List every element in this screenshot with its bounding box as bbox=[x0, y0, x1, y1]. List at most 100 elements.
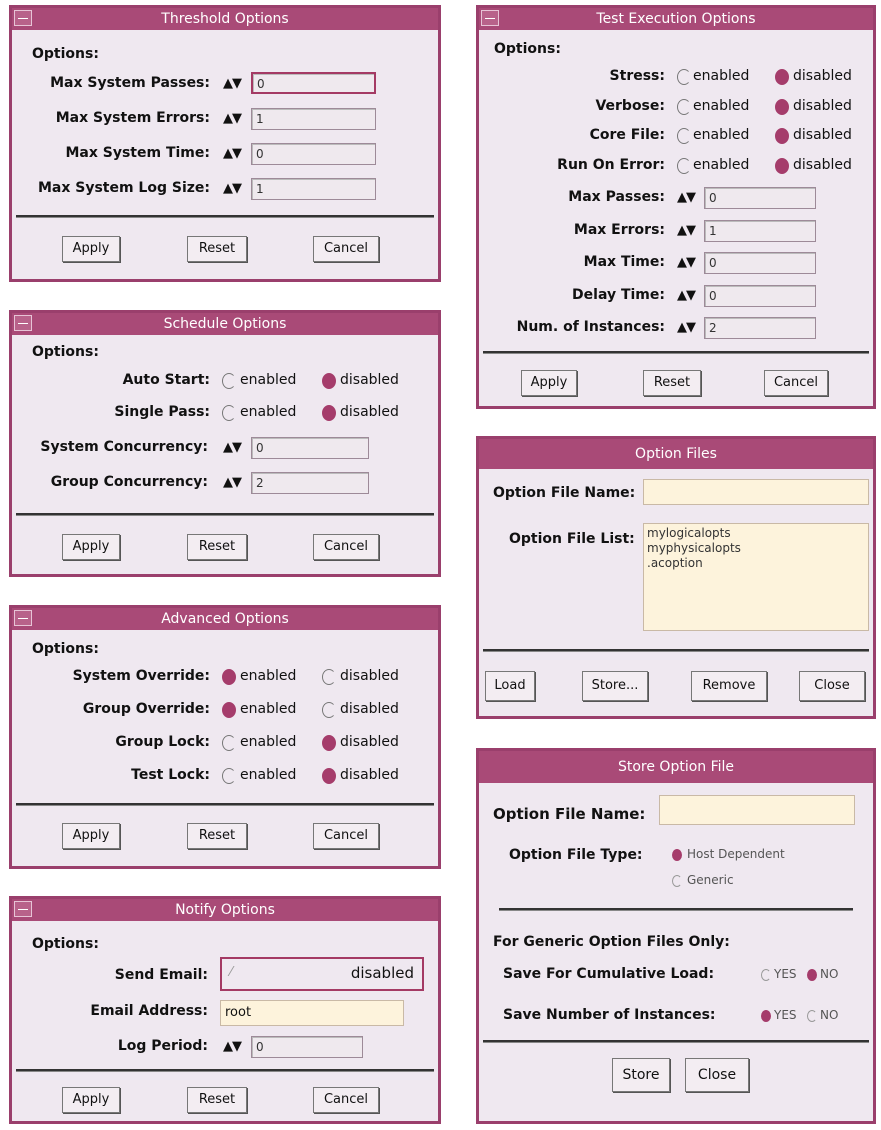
enabled-label: enabled bbox=[240, 372, 297, 388]
max-passes-field[interactable]: 0 bbox=[704, 187, 816, 209]
up-down-arrows-icon[interactable]: ▲▼ bbox=[223, 146, 251, 161]
cancel-button[interactable]: Cancel bbox=[313, 823, 379, 849]
option-file-name-field[interactable] bbox=[643, 479, 869, 505]
cancel-button[interactable]: Cancel bbox=[313, 236, 379, 262]
apply-button[interactable]: Apply bbox=[521, 370, 577, 396]
apply-button[interactable]: Apply bbox=[62, 236, 120, 262]
max-system-errors-field[interactable]: 1 bbox=[251, 108, 376, 130]
list-item[interactable]: .acoption bbox=[647, 556, 865, 571]
store-button[interactable]: Store... bbox=[582, 671, 648, 701]
delay-time-field[interactable]: 0 bbox=[704, 285, 816, 307]
window-menu-icon[interactable] bbox=[14, 10, 32, 26]
group-lock-disabled-radio[interactable] bbox=[322, 735, 336, 751]
instances-no-radio[interactable] bbox=[807, 1010, 817, 1022]
max-system-passes-field[interactable]: 0 bbox=[251, 72, 376, 94]
enabled-label: enabled bbox=[693, 157, 750, 173]
send-email-label: Send Email: bbox=[114, 967, 208, 983]
test-lock-disabled-radio[interactable] bbox=[322, 768, 336, 784]
option-file-list[interactable]: mylogicalopts myphysicalopts .acoption bbox=[643, 523, 869, 631]
remove-button[interactable]: Remove bbox=[691, 671, 767, 701]
apply-button[interactable]: Apply bbox=[62, 823, 120, 849]
notify-title-bar[interactable]: Notify Options bbox=[12, 899, 438, 921]
send-email-select[interactable]: ⁄ disabled bbox=[220, 957, 424, 991]
window-menu-icon[interactable] bbox=[14, 610, 32, 626]
reset-button[interactable]: Reset bbox=[187, 534, 247, 560]
system-concurrency-field[interactable]: 0 bbox=[251, 437, 369, 459]
up-down-arrows-icon[interactable]: ▲▼ bbox=[677, 255, 705, 270]
test-lock-enabled-radio[interactable] bbox=[222, 768, 236, 784]
option-files-title-bar[interactable]: Option Files bbox=[479, 439, 873, 469]
group-concurrency-field[interactable]: 2 bbox=[251, 472, 369, 494]
reset-button[interactable]: Reset bbox=[187, 823, 247, 849]
cancel-button[interactable]: Cancel bbox=[764, 370, 828, 396]
up-down-arrows-icon[interactable]: ▲▼ bbox=[677, 223, 705, 238]
store-button[interactable]: Store bbox=[612, 1058, 670, 1092]
list-item[interactable]: mylogicalopts bbox=[647, 526, 865, 541]
up-down-arrows-icon[interactable]: ▲▼ bbox=[677, 288, 705, 303]
num-instances-field[interactable]: 2 bbox=[704, 317, 816, 339]
cumulative-no-radio[interactable] bbox=[807, 969, 817, 981]
system-override-disabled-radio[interactable] bbox=[322, 669, 336, 685]
cumulative-yes-radio[interactable] bbox=[761, 969, 771, 981]
max-time-field[interactable]: 0 bbox=[704, 252, 816, 274]
system-override-enabled-radio[interactable] bbox=[222, 669, 236, 685]
up-down-arrows-icon[interactable]: ▲▼ bbox=[223, 1039, 251, 1054]
window-menu-icon[interactable] bbox=[481, 10, 499, 26]
group-override-disabled-radio[interactable] bbox=[322, 702, 336, 718]
email-address-field[interactable]: root bbox=[220, 1000, 404, 1026]
verbose-disabled-radio[interactable] bbox=[775, 99, 789, 115]
auto-start-enabled-radio[interactable] bbox=[222, 373, 236, 389]
threshold-title-bar[interactable]: Threshold Options bbox=[12, 8, 438, 30]
close-button[interactable]: Close bbox=[799, 671, 865, 701]
window-menu-icon[interactable] bbox=[14, 901, 32, 917]
max-system-log-size-field[interactable]: 1 bbox=[251, 178, 376, 200]
up-down-arrows-icon[interactable]: ▲▼ bbox=[223, 111, 251, 126]
cancel-button[interactable]: Cancel bbox=[313, 1087, 379, 1113]
apply-button[interactable]: Apply bbox=[62, 534, 120, 560]
test-exec-title-bar[interactable]: Test Execution Options bbox=[479, 8, 873, 30]
single-pass-disabled-radio[interactable] bbox=[322, 405, 336, 421]
up-down-arrows-icon[interactable]: ▲▼ bbox=[223, 76, 251, 91]
group-lock-enabled-radio[interactable] bbox=[222, 735, 236, 751]
log-period-field[interactable]: 0 bbox=[251, 1036, 363, 1058]
host-dependent-radio[interactable] bbox=[672, 849, 682, 861]
no-label: NO bbox=[820, 967, 839, 981]
up-down-arrows-icon[interactable]: ▲▼ bbox=[223, 440, 251, 455]
option-file-list-label: Option File List: bbox=[509, 531, 635, 547]
reset-button[interactable]: Reset bbox=[643, 370, 701, 396]
list-item[interactable]: myphysicalopts bbox=[647, 541, 865, 556]
up-down-arrows-icon[interactable]: ▲▼ bbox=[677, 320, 705, 335]
schedule-title-bar[interactable]: Schedule Options bbox=[12, 313, 438, 335]
auto-start-disabled-radio[interactable] bbox=[322, 373, 336, 389]
up-down-arrows-icon[interactable]: ▲▼ bbox=[223, 181, 251, 196]
stress-disabled-radio[interactable] bbox=[775, 69, 789, 85]
core-file-disabled-radio[interactable] bbox=[775, 128, 789, 144]
max-system-time-field[interactable]: 0 bbox=[251, 143, 376, 165]
run-on-error-enabled-radio[interactable] bbox=[677, 158, 691, 174]
up-down-arrows-icon[interactable]: ▲▼ bbox=[677, 190, 705, 205]
core-file-enabled-radio[interactable] bbox=[677, 128, 691, 144]
generic-only-heading: For Generic Option Files Only: bbox=[493, 934, 730, 950]
load-button[interactable]: Load bbox=[485, 671, 535, 701]
reset-button[interactable]: Reset bbox=[187, 1087, 247, 1113]
store-option-file-title-bar[interactable]: Store Option File bbox=[479, 751, 873, 783]
reset-button[interactable]: Reset bbox=[187, 236, 247, 262]
store-file-name-field[interactable] bbox=[659, 795, 855, 825]
max-errors-field[interactable]: 1 bbox=[704, 220, 816, 242]
group-override-enabled-radio[interactable] bbox=[222, 702, 236, 718]
stress-enabled-radio[interactable] bbox=[677, 69, 691, 85]
threshold-options-window: Threshold Options Options: Max System Pa… bbox=[9, 5, 441, 282]
verbose-enabled-radio[interactable] bbox=[677, 99, 691, 115]
advanced-title-bar[interactable]: Advanced Options bbox=[12, 608, 438, 630]
apply-button[interactable]: Apply bbox=[62, 1087, 120, 1113]
single-pass-enabled-radio[interactable] bbox=[222, 405, 236, 421]
generic-radio[interactable] bbox=[672, 875, 682, 887]
close-button[interactable]: Close bbox=[685, 1058, 749, 1092]
field-label: Num. of Instances: bbox=[516, 319, 665, 335]
option-file-type-label: Option File Type: bbox=[509, 847, 643, 863]
run-on-error-disabled-radio[interactable] bbox=[775, 158, 789, 174]
cancel-button[interactable]: Cancel bbox=[313, 534, 379, 560]
instances-yes-radio[interactable] bbox=[761, 1010, 771, 1022]
up-down-arrows-icon[interactable]: ▲▼ bbox=[223, 475, 251, 490]
window-menu-icon[interactable] bbox=[14, 315, 32, 331]
